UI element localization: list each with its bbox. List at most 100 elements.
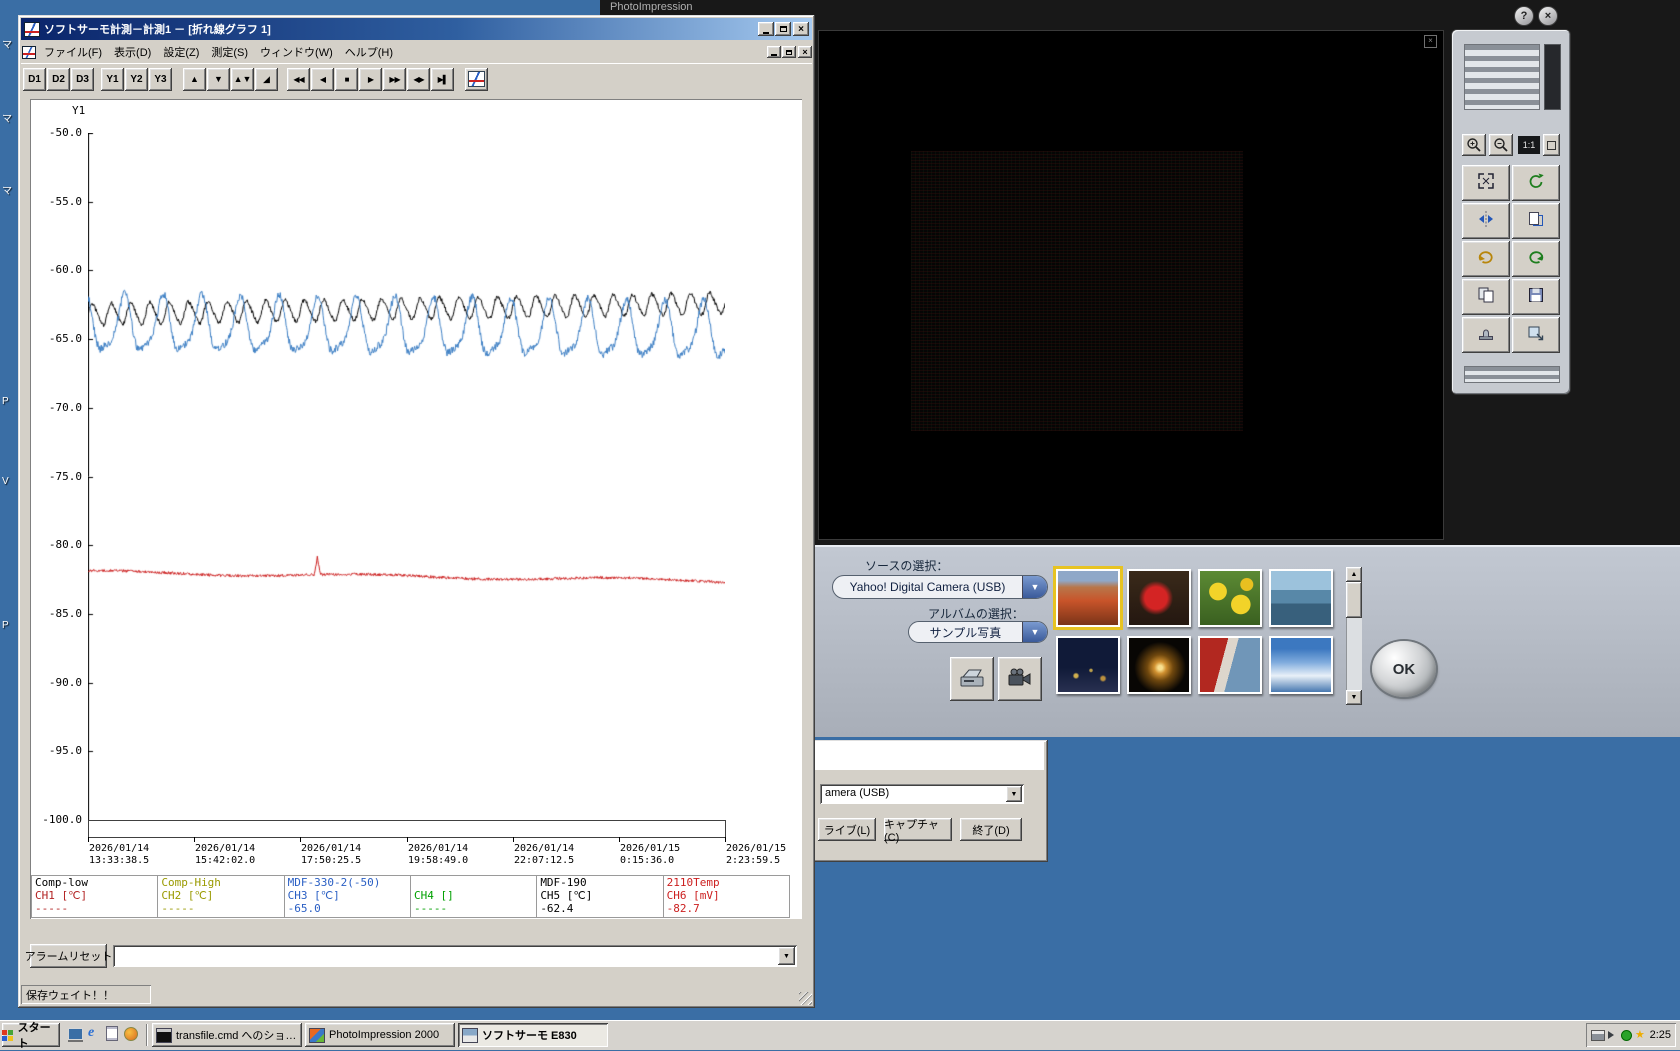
playback-5-button[interactable]: ▶▶ (383, 68, 406, 91)
alarm-combobox[interactable]: ▼ (113, 945, 797, 967)
camera-source-select[interactable]: amera (USB) ▼ (820, 784, 1024, 804)
close-button[interactable]: × (793, 22, 809, 36)
scroll-up-button[interactable]: ▲ (1346, 567, 1362, 582)
ok-button[interactable]: OK (1372, 641, 1436, 697)
zoom-in-button[interactable] (1462, 134, 1486, 156)
thumbnail-city-night[interactable] (1056, 636, 1120, 694)
tool-undo-button[interactable] (1462, 241, 1510, 277)
volume-icon[interactable] (1608, 1031, 1618, 1039)
scroll-2-button[interactable]: ▼ (207, 68, 230, 91)
live-button[interactable]: ライブ(L) (818, 818, 876, 841)
taskbar-task-2[interactable]: PhotoImpression 2000 (305, 1023, 455, 1047)
tool-copy-button[interactable] (1462, 279, 1510, 315)
tool-flip-horizontal-button[interactable] (1462, 203, 1510, 239)
playback-4-button[interactable]: ▶ (359, 68, 382, 91)
child-close-button[interactable]: × (798, 46, 812, 58)
taskbar-task-3[interactable]: ソフトサーモ E830 (458, 1023, 608, 1047)
tool-fit-to-window-button[interactable] (1462, 165, 1510, 201)
close-button[interactable]: × (1538, 6, 1558, 26)
internet-explorer-icon[interactable]: e (88, 1025, 94, 1041)
menu-item-2[interactable]: 表示(D) (108, 41, 157, 63)
grille-decoration-bottom (1464, 366, 1560, 383)
thumbnail-harbor[interactable] (1269, 569, 1333, 627)
tool-page-flip-button[interactable] (1512, 203, 1560, 239)
thumbnail-red-bird[interactable] (1127, 569, 1191, 627)
app-icon (24, 22, 40, 37)
capture-button[interactable]: キャプチャ(C) (884, 818, 952, 841)
rotate-icon (1526, 171, 1546, 196)
playback-6-button[interactable]: ◀▶ (407, 68, 430, 91)
maximize-button[interactable] (775, 22, 791, 36)
thumbnail-fireworks[interactable] (1127, 636, 1191, 694)
media-player-icon[interactable] (124, 1027, 138, 1041)
chevron-down-icon[interactable]: ▼ (1022, 622, 1047, 642)
menu-item-3[interactable]: 設定(Z) (157, 41, 205, 63)
show-desktop-icon[interactable] (68, 1028, 83, 1040)
channel-name: MDF-330-2(-50) (288, 876, 410, 889)
axis-2-button[interactable]: Y2 (125, 68, 148, 91)
scroll-thumb[interactable] (1346, 582, 1362, 618)
scroll-3-button[interactable]: ▲▼ (231, 68, 254, 91)
tool-stamp-button[interactable] (1462, 317, 1510, 353)
display-1-button[interactable]: D1 (23, 68, 46, 91)
channel-value: ----- (414, 902, 536, 915)
taskbar: スタート e transfile.cmd へのショート...PhotoImpre… (0, 1020, 1680, 1050)
album-select[interactable]: サンプル写真 ▼ (908, 621, 1048, 643)
alarm-reset-button[interactable]: アラームリセット (30, 944, 107, 968)
start-button[interactable]: スタート (2, 1023, 60, 1047)
help-button[interactable]: ? (1514, 6, 1534, 26)
playback-2-button[interactable]: ◀ (311, 68, 334, 91)
zoom-out-button[interactable] (1489, 134, 1513, 156)
minimize-button[interactable] (758, 22, 774, 36)
thumbnail-scrollbar[interactable]: ▲ ▼ (1346, 567, 1362, 705)
scroll-down-button[interactable]: ▼ (1346, 690, 1362, 705)
menu-item-5[interactable]: ウィンドウ(W) (254, 41, 339, 63)
taskbar-task-1[interactable]: transfile.cmd へのショート... (152, 1023, 302, 1047)
tool-save-button[interactable] (1512, 279, 1560, 315)
menu-item-1[interactable]: ファイル(F) (38, 41, 108, 63)
panel-collapse-button[interactable] (1543, 134, 1560, 156)
resize-grip[interactable] (799, 992, 812, 1005)
playback-7-button[interactable]: ▶▌ (431, 68, 454, 91)
child-minimize-button[interactable] (767, 46, 781, 58)
menu-item-4[interactable]: 測定(S) (205, 41, 254, 63)
red-bird-image (1129, 571, 1189, 625)
title-bar[interactable]: ソフトサーモ計測－計測1 － [折れ線グラフ 1] × (21, 18, 812, 40)
tool-redo-button[interactable] (1512, 241, 1560, 277)
source-select[interactable]: Yahoo! Digital Camera (USB) ▼ (832, 575, 1048, 599)
scroll-4-button[interactable]: ◢ (255, 68, 278, 91)
alert-icon[interactable]: ★ (1635, 1030, 1645, 1041)
tool-rotate-button[interactable] (1512, 165, 1560, 201)
thumbnail-lighthouse-ship[interactable] (1198, 636, 1262, 694)
x-axis-tick (88, 837, 89, 842)
tool-export-button[interactable] (1512, 317, 1560, 353)
playback-1-button[interactable]: ◀◀ (287, 68, 310, 91)
thumbnail-yellow-flowers[interactable] (1198, 569, 1262, 627)
scanner-source-button[interactable] (950, 657, 994, 701)
document-icon[interactable] (106, 1026, 118, 1041)
captured-image (911, 151, 1243, 431)
child-restore-button[interactable] (782, 46, 796, 58)
exit-button[interactable]: 終了(D) (960, 818, 1022, 841)
dismiss-icon[interactable]: × (1424, 35, 1437, 48)
display-3-button[interactable]: D3 (71, 68, 94, 91)
axis-3-button[interactable]: Y3 (149, 68, 172, 91)
scroll-1-button[interactable]: ▲ (183, 68, 206, 91)
printer-icon[interactable] (1591, 1030, 1605, 1041)
line-chart[interactable] (88, 133, 725, 820)
chevron-down-icon[interactable]: ▼ (1006, 786, 1022, 802)
axis-1-button[interactable]: Y1 (101, 68, 124, 91)
thumbnail-sky-clouds[interactable] (1269, 636, 1333, 694)
numeric-display-button[interactable] (465, 68, 488, 91)
chevron-down-icon[interactable]: ▼ (778, 947, 795, 965)
thumbnail-rock-spires[interactable] (1056, 569, 1120, 627)
x-axis-tick (725, 837, 726, 842)
display-2-button[interactable]: D2 (47, 68, 70, 91)
playback-3-button[interactable]: ■ (335, 68, 358, 91)
chevron-down-icon[interactable]: ▼ (1022, 576, 1047, 598)
x-axis-tick-label: 2026/01/152:23:59.5 (726, 843, 786, 867)
menu-item-6[interactable]: ヘルプ(H) (339, 41, 399, 63)
network-status-icon[interactable] (1621, 1030, 1632, 1041)
photoimpression-icon (309, 1028, 325, 1043)
camera-source-button[interactable] (998, 657, 1042, 701)
